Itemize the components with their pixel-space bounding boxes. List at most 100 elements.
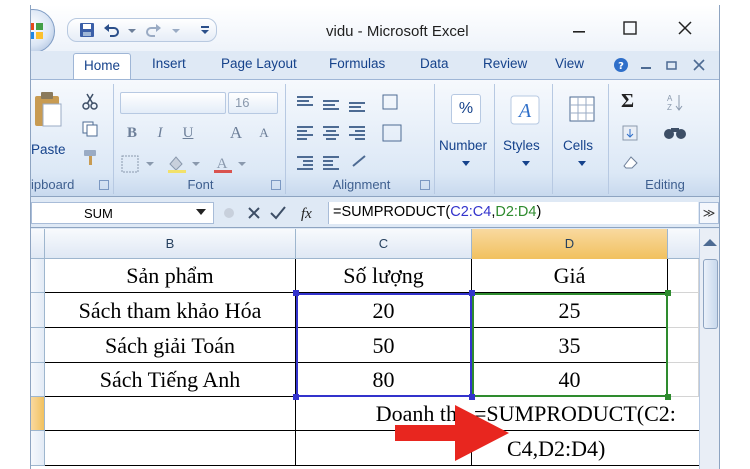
cells-group[interactable]: Cells <box>555 84 609 194</box>
resize-handle[interactable] <box>469 290 475 296</box>
table-cell[interactable] <box>296 431 472 466</box>
minimize-button[interactable] <box>564 17 594 41</box>
horizontal-align-icons[interactable] <box>293 122 429 146</box>
table-cell[interactable]: 35 <box>472 328 668 363</box>
undo-dropdown-icon[interactable] <box>124 22 140 38</box>
header-cell-product[interactable]: Sản phẩm <box>45 259 296 293</box>
tab-home[interactable]: Home <box>73 53 132 80</box>
select-all-corner[interactable] <box>31 229 45 259</box>
row-header[interactable] <box>31 293 45 328</box>
redo-icon[interactable] <box>146 22 162 38</box>
font-name-select[interactable] <box>120 92 226 114</box>
close-button[interactable] <box>670 17 700 41</box>
scroll-up-icon[interactable] <box>703 239 717 246</box>
scroll-thumb[interactable] <box>703 259 718 329</box>
clipboard-launcher[interactable] <box>99 180 109 190</box>
ribbon-restore-icon[interactable] <box>664 57 680 73</box>
copy-icon[interactable] <box>81 120 99 138</box>
table-cell[interactable] <box>668 328 699 363</box>
table-cell[interactable] <box>668 363 699 397</box>
vertical-scrollbar[interactable] <box>699 229 719 469</box>
table-cell[interactable]: Sách tham khảo Hóa <box>45 293 296 328</box>
table-cell[interactable]: Sách Tiếng Anh <box>45 363 296 397</box>
tab-page-layout[interactable]: Page Layout <box>221 56 297 71</box>
resize-handle[interactable] <box>665 290 671 296</box>
undo-icon[interactable] <box>103 22 119 38</box>
resize-handle[interactable] <box>469 394 475 400</box>
formula-expand-button[interactable]: ≫ <box>699 202 719 224</box>
tab-review[interactable]: Review <box>483 56 527 71</box>
header-cell-price[interactable]: Giá <box>472 259 668 293</box>
find-select-icon[interactable] <box>661 122 695 142</box>
italic-button[interactable]: I <box>148 122 172 144</box>
alignment-launcher[interactable] <box>420 180 430 190</box>
formula-cell-line2[interactable]: C4,D2:D4) <box>472 431 699 466</box>
table-cell[interactable] <box>668 293 699 328</box>
column-header-b[interactable]: B <box>45 229 296 259</box>
tab-view[interactable]: View <box>555 56 584 71</box>
header-cell-quantity[interactable]: Số lượng <box>296 259 472 293</box>
row-header[interactable] <box>31 431 45 466</box>
styles-group[interactable]: A Styles <box>497 84 553 194</box>
column-header-c[interactable]: C <box>296 229 472 259</box>
ribbon-close-icon[interactable] <box>691 57 707 73</box>
redo-dropdown-icon[interactable] <box>168 22 184 38</box>
format-painter-icon[interactable] <box>81 148 99 166</box>
customize-toolbar-icon[interactable] <box>197 22 213 38</box>
fill-color-icon[interactable] <box>166 154 206 174</box>
formula-cell-line1[interactable]: =SUMPRODUCT(C2: <box>472 397 699 431</box>
font-size-select[interactable]: 16 <box>228 92 278 114</box>
table-cell[interactable]: 40 <box>472 363 668 397</box>
grow-font-button[interactable]: A <box>224 122 248 144</box>
tab-data[interactable]: Data <box>420 56 449 71</box>
font-color-icon[interactable]: A <box>212 154 252 174</box>
clear-icon[interactable] <box>621 152 651 172</box>
underline-button[interactable]: U <box>176 122 200 144</box>
bold-button[interactable]: B <box>120 122 144 144</box>
resize-handle[interactable] <box>293 290 299 296</box>
name-box[interactable]: SUM <box>31 202 214 224</box>
formula-input[interactable]: =SUMPRODUCT(C2:C4,D2:D4) <box>328 202 698 224</box>
borders-icon[interactable] <box>120 154 160 174</box>
save-icon[interactable] <box>79 22 95 38</box>
revenue-label-cell[interactable]: Doanh thu <box>296 397 472 431</box>
column-header-e[interactable] <box>668 229 699 259</box>
vertical-align-icons[interactable] <box>293 92 429 116</box>
row-header[interactable] <box>31 259 45 293</box>
tab-insert[interactable]: Insert <box>152 56 186 71</box>
resize-handle[interactable] <box>665 394 671 400</box>
number-group[interactable]: % Number <box>437 84 495 194</box>
name-box-dropdown-icon[interactable] <box>196 209 206 215</box>
paste-icon[interactable] <box>33 90 63 128</box>
table-cell[interactable] <box>45 397 296 431</box>
font-launcher[interactable] <box>271 180 281 190</box>
cut-icon[interactable] <box>81 92 99 110</box>
table-cell[interactable]: 50 <box>296 328 472 363</box>
autosum-icon[interactable]: Σ <box>621 90 634 113</box>
ribbon-minimize-icon[interactable] <box>638 57 654 73</box>
table-cell[interactable] <box>45 431 296 466</box>
insert-function-icon[interactable]: fx <box>301 206 312 222</box>
number-label: Number <box>439 138 488 153</box>
paste-label[interactable]: Paste <box>31 142 66 157</box>
column-header-d[interactable]: D <box>472 229 668 259</box>
cancel-icon[interactable] <box>248 207 260 219</box>
table-cell[interactable]: Sách giải Toán <box>45 328 296 363</box>
row-header-selected[interactable] <box>31 397 45 431</box>
row-header[interactable] <box>31 363 45 397</box>
help-icon[interactable]: ? <box>613 57 629 73</box>
resize-handle[interactable] <box>293 394 299 400</box>
fill-icon[interactable] <box>621 124 651 144</box>
table-cell[interactable] <box>668 259 699 293</box>
tab-formulas[interactable]: Formulas <box>329 56 385 71</box>
indent-icons[interactable] <box>293 152 393 176</box>
sort-filter-icon[interactable]: A Z <box>665 92 695 112</box>
table-cell[interactable]: 80 <box>296 363 472 397</box>
office-button[interactable] <box>31 9 55 53</box>
maximize-button[interactable] <box>615 17 645 41</box>
shrink-font-button[interactable]: A <box>252 122 276 144</box>
row-header[interactable] <box>31 328 45 363</box>
table-cell[interactable]: 25 <box>472 293 668 328</box>
enter-icon[interactable] <box>270 206 286 220</box>
table-cell[interactable]: 20 <box>296 293 472 328</box>
